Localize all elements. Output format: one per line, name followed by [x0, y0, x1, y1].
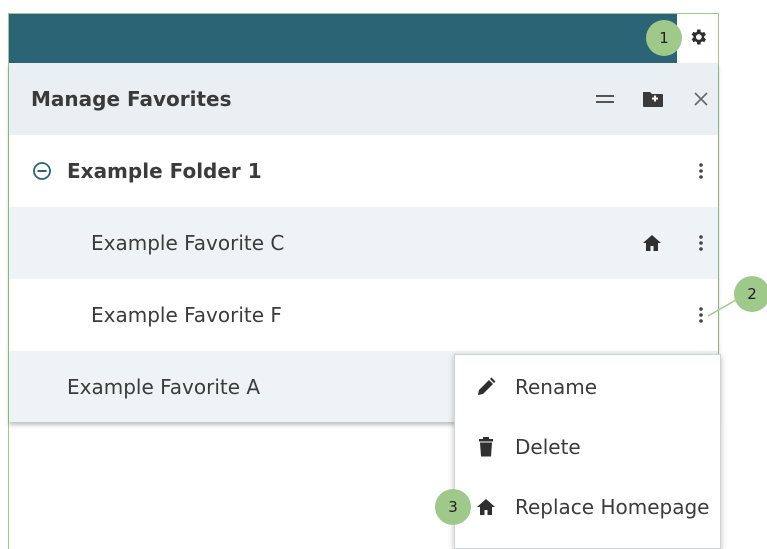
folder-row[interactable]: Example Folder 1: [9, 135, 718, 207]
folder-plus-icon: [643, 92, 663, 107]
favorite-label: Example Favorite A: [67, 375, 261, 399]
kebab-icon: [699, 235, 703, 251]
menu-item-label: Rename: [515, 375, 598, 399]
home-icon: [641, 207, 663, 279]
menu-item-label: Delete: [515, 435, 581, 459]
row-menu-button[interactable]: [693, 135, 709, 207]
callout-badge-1: 1: [646, 20, 682, 56]
rename-menu-item[interactable]: Rename: [455, 357, 720, 417]
top-bar: [9, 14, 677, 63]
close-icon: [694, 92, 708, 106]
collapse-all-button[interactable]: [595, 63, 615, 135]
favorite-row[interactable]: Example Favorite C: [9, 207, 718, 279]
close-button[interactable]: [691, 63, 711, 135]
home-icon: [475, 477, 497, 537]
settings-button[interactable]: [677, 14, 718, 63]
callout-badge-3: 3: [435, 489, 471, 525]
collapse-folder-icon[interactable]: [31, 135, 53, 207]
replace-homepage-menu-item[interactable]: Replace Homepage: [455, 477, 720, 537]
row-menu-button[interactable]: [693, 279, 709, 351]
callout-badge-2: 2: [734, 276, 767, 312]
panel-header: Manage Favorites: [9, 63, 718, 135]
favorite-row[interactable]: Example Favorite F: [9, 279, 718, 351]
favorite-label: Example Favorite F: [91, 303, 282, 327]
favorite-label: Example Favorite C: [91, 231, 285, 255]
kebab-icon: [699, 163, 703, 179]
equals-icon: [596, 95, 614, 103]
trash-icon: [475, 417, 497, 477]
folder-label: Example Folder 1: [67, 159, 262, 183]
delete-menu-item[interactable]: Delete: [455, 417, 720, 477]
kebab-icon: [699, 307, 703, 323]
panel-title: Manage Favorites: [31, 87, 232, 111]
add-folder-button[interactable]: [642, 63, 664, 135]
gear-icon: [688, 27, 708, 51]
row-menu-button[interactable]: [693, 207, 709, 279]
menu-item-label: Replace Homepage: [515, 495, 710, 519]
pencil-icon: [475, 357, 497, 417]
context-menu: Rename Delete Replace Homepage: [454, 354, 721, 549]
